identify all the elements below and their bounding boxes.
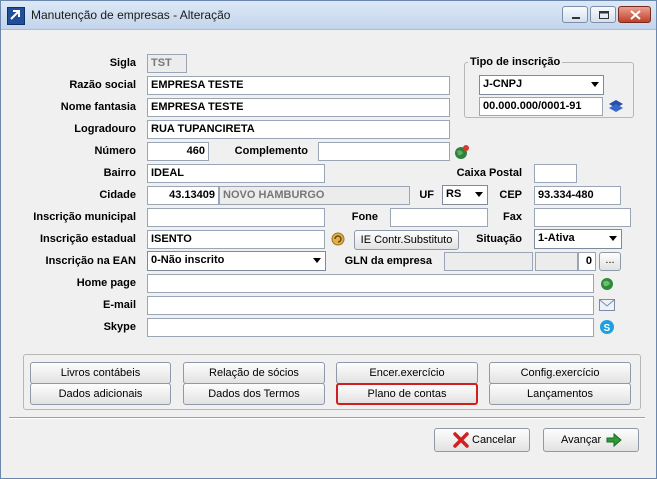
logradouro-label: Logradouro <box>74 123 136 135</box>
avancar-button[interactable]: Avançar <box>543 428 639 452</box>
caixa-postal-label: Caixa Postal <box>456 167 522 179</box>
close-button[interactable] <box>618 6 651 23</box>
inscricao-ean-label: Inscrição na EAN <box>45 255 136 267</box>
fax-field[interactable] <box>534 208 631 227</box>
ie-substituto-button[interactable]: IE Contr.Substituto <box>354 230 459 250</box>
relacao-socios-button[interactable]: Relação de sócios <box>183 362 325 384</box>
logradouro-field[interactable]: RUA TUPANCIRETA <box>147 120 450 139</box>
email-label: E-mail <box>102 299 136 311</box>
home-page-label: Home page <box>76 277 136 289</box>
fone-field[interactable] <box>390 208 488 227</box>
situacao-label: Situação <box>476 233 522 245</box>
cep-field[interactable]: 93.334-480 <box>534 186 621 205</box>
cep-label: CEP <box>499 189 522 201</box>
home-page-field[interactable] <box>147 274 594 293</box>
email-field[interactable] <box>147 296 594 315</box>
uf-label: UF <box>419 189 434 201</box>
maximize-button[interactable] <box>590 6 616 23</box>
chevron-down-icon <box>313 258 321 263</box>
tipo-inscricao-value: J-CNPJ <box>483 78 523 90</box>
cidade-nome-field: NOVO HAMBURGO <box>219 186 410 205</box>
svg-text:S: S <box>604 323 611 334</box>
inscricao-ean-value: 0-Não inscrito <box>151 254 225 266</box>
dados-adicionais-button[interactable]: Dados adicionais <box>30 383 171 405</box>
refresh-coin-icon[interactable] <box>330 231 346 250</box>
minimize-button[interactable] <box>562 6 588 23</box>
close-icon <box>630 10 641 20</box>
plano-contas-button[interactable]: Plano de contas <box>336 383 478 405</box>
skype-icon[interactable]: S <box>599 319 615 338</box>
red-x-icon <box>453 432 469 448</box>
cancelar-label: Cancelar <box>472 434 517 446</box>
bairro-field[interactable]: IDEAL <box>147 164 325 183</box>
inscricao-municipal-label: Inscrição municipal <box>33 211 136 223</box>
green-arrow-icon <box>606 432 622 448</box>
nome-fantasia-label: Nome fantasia <box>60 101 136 113</box>
uf-select[interactable]: RS <box>442 185 488 205</box>
app-icon <box>7 7 25 25</box>
cancelar-button[interactable]: Cancelar <box>434 428 530 452</box>
uf-value: RS <box>446 188 462 200</box>
lancamentos-button[interactable]: Lançamentos <box>489 383 631 405</box>
razao-social-label: Razão social <box>69 79 136 91</box>
chevron-down-icon <box>475 192 483 197</box>
config-exercicio-button[interactable]: Config.exercício <box>489 362 631 384</box>
livros-contabeis-button[interactable]: Livros contábeis <box>30 362 171 384</box>
complemento-field[interactable] <box>318 142 450 161</box>
nome-fantasia-field[interactable]: EMPRESA TESTE <box>147 98 450 117</box>
tipo-inscricao-select[interactable]: J-CNPJ <box>479 75 604 95</box>
chevron-down-icon <box>609 236 617 241</box>
footer-separator <box>9 417 645 419</box>
numero-field[interactable]: 460 <box>147 142 209 161</box>
inscricao-estadual-field[interactable]: ISENTO <box>147 230 325 249</box>
dados-termos-button[interactable]: Dados dos Termos <box>183 383 325 405</box>
razao-social-field[interactable]: EMPRESA TESTE <box>147 76 450 95</box>
inscricao-municipal-field[interactable] <box>147 208 325 227</box>
numero-label: Número <box>94 145 136 157</box>
maximize-icon <box>599 11 609 19</box>
caixa-postal-field[interactable] <box>534 164 577 183</box>
globe-icon[interactable] <box>599 276 615 295</box>
cidade-codigo-field[interactable]: 43.13409 <box>147 186 219 205</box>
avancar-label: Avançar <box>561 434 602 446</box>
title-bar: Manutenção de empresas - Alteração <box>1 1 656 30</box>
cnpj-field[interactable]: 00.000.000/0001-91 <box>479 97 603 116</box>
cidade-label: Cidade <box>99 189 136 201</box>
gln-digito-field[interactable]: 0 <box>578 252 596 271</box>
skype-label: Skype <box>103 321 136 333</box>
gln-empresa-field[interactable] <box>444 252 533 271</box>
envelope-icon[interactable] <box>599 299 615 314</box>
window-title: Manutenção de empresas - Alteração <box>31 8 231 22</box>
fone-label: Fone <box>351 211 378 223</box>
minimize-icon <box>572 17 580 19</box>
window: Manutenção de empresas - Alteração Sigla… <box>0 0 657 479</box>
tipo-inscricao-title: Tipo de inscrição <box>468 56 563 68</box>
sigla-field[interactable]: TST <box>147 54 187 73</box>
fax-label: Fax <box>503 211 522 223</box>
situacao-select[interactable]: 1-Ativa <box>534 229 622 249</box>
complemento-label: Complemento <box>234 145 308 157</box>
world-pin-icon[interactable] <box>454 144 470 163</box>
inscricao-ean-select[interactable]: 0-Não inscrito <box>147 251 326 271</box>
skype-field[interactable] <box>147 318 594 337</box>
inscricao-estadual-label: Inscrição estadual <box>40 233 136 245</box>
bairro-label: Bairro <box>103 167 136 179</box>
gln-extra-field <box>535 252 578 271</box>
encer-exercicio-button[interactable]: Encer.exercício <box>336 362 478 384</box>
situacao-value: 1-Ativa <box>538 232 575 244</box>
sigla-label: Sigla <box>109 57 136 69</box>
cnpj-lookup-icon[interactable] <box>608 98 624 115</box>
gln-more-button[interactable]: ... <box>599 252 621 271</box>
chevron-down-icon <box>591 82 599 87</box>
gln-empresa-label: GLN da empresa <box>344 255 432 267</box>
